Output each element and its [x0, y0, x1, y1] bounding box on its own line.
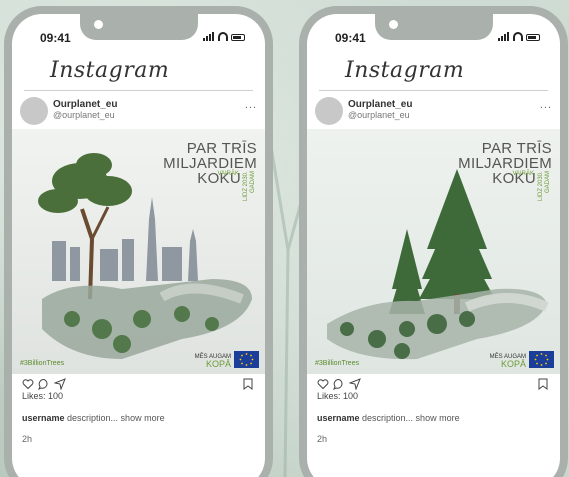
eu-flag-icon	[234, 351, 259, 368]
heart-icon[interactable]	[317, 378, 329, 390]
avatar[interactable]	[20, 97, 48, 125]
phone-mockup-left: 09:41 Instagram Ourplanet_eu @ourplanet_…	[4, 6, 273, 477]
avatar[interactable]	[315, 97, 343, 125]
hashtag: #3BillionTrees	[315, 360, 360, 367]
desc-username[interactable]: username	[317, 413, 360, 423]
post-image[interactable]: PAR TRĪS MILJARDIEM KOKU LĪDZ 2030. GADA…	[12, 129, 265, 374]
bookmark-icon[interactable]	[538, 378, 548, 390]
divider	[24, 90, 253, 91]
eu-flag-icon	[529, 351, 554, 368]
post-handle: @ourplanet_eu	[53, 110, 115, 120]
status-icons	[498, 32, 540, 41]
title-line-3-wrap: KOKU LĪDZ 2030. GADAM	[458, 171, 552, 201]
status-time: 09:41	[335, 31, 366, 45]
likes-count: Likes: 100	[22, 391, 64, 401]
title-line-1: PAR TRĪS	[481, 140, 552, 157]
app-title: Instagram	[50, 58, 170, 83]
notch	[374, 14, 493, 40]
comment-icon[interactable]	[333, 378, 345, 390]
post-username[interactable]: Ourplanet_eu	[53, 99, 117, 110]
camera-dot	[93, 20, 103, 29]
share-icon[interactable]	[349, 378, 361, 390]
title-line-2: MILJARDIEM	[458, 155, 552, 172]
phone-screen: 09:41 Instagram Ourplanet_eu @ourplanet_…	[307, 14, 560, 477]
post-description: username description... show more	[317, 413, 460, 423]
status-time: 09:41	[40, 31, 71, 45]
post-actions	[317, 378, 361, 390]
post-handle: @ourplanet_eu	[348, 110, 410, 120]
title-vertical-text: LĪDZ 2030. GADAM	[243, 171, 256, 201]
camera-dot	[388, 20, 398, 29]
hashtag: #3BillionTrees	[20, 360, 65, 367]
post-actions	[22, 378, 66, 390]
title-line-1: PAR TRĪS	[186, 140, 257, 157]
kopa: KOPĀ	[205, 359, 231, 369]
comment-icon[interactable]	[38, 378, 50, 390]
desc-text[interactable]: description... show more	[65, 413, 165, 423]
kopa: KOPĀ	[500, 359, 526, 369]
title-vertical-text: LĪDZ 2030. GADAM	[538, 171, 551, 201]
app-title: Instagram	[345, 58, 465, 83]
title-vaire: VAIRĀK	[217, 171, 239, 177]
post-time: 2h	[317, 434, 328, 444]
more-options-icon[interactable]: ...	[540, 99, 552, 111]
image-title: PAR TRĪS MILJARDIEM KOKU LĪDZ 2030. GADA…	[458, 141, 552, 201]
post-image[interactable]: PAR TRĪS MILJARDIEM KOKU LĪDZ 2030. GADA…	[307, 129, 560, 374]
heart-icon[interactable]	[22, 378, 34, 390]
post-username[interactable]: Ourplanet_eu	[348, 99, 412, 110]
more-options-icon[interactable]: ...	[245, 99, 257, 111]
wifi-icon	[218, 32, 228, 41]
post-header: Ourplanet_eu @ourplanet_eu ...	[12, 94, 265, 130]
signal-icon	[203, 32, 215, 41]
wifi-icon	[513, 32, 523, 41]
desc-username[interactable]: username	[22, 413, 65, 423]
signal-icon	[498, 32, 510, 41]
phone-screen: 09:41 Instagram Ourplanet_eu @ourplanet_…	[12, 14, 265, 477]
title-line-3-wrap: KOKU LĪDZ 2030. GADAM	[163, 171, 257, 201]
battery-icon	[231, 34, 245, 41]
likes-count: Likes: 100	[317, 391, 359, 401]
notch	[79, 14, 198, 40]
image-title: PAR TRĪS MILJARDIEM KOKU LĪDZ 2030. GADA…	[163, 141, 257, 201]
phone-mockup-right: 09:41 Instagram Ourplanet_eu @ourplanet_…	[299, 6, 568, 477]
post-time: 2h	[22, 434, 33, 444]
title-line-2: MILJARDIEM	[163, 155, 257, 172]
bookmark-icon[interactable]	[243, 378, 253, 390]
desc-text[interactable]: description... show more	[360, 413, 460, 423]
post-description: username description... show more	[22, 413, 165, 423]
status-icons	[203, 32, 245, 41]
post-header: Ourplanet_eu @ourplanet_eu ...	[307, 94, 560, 130]
share-icon[interactable]	[54, 378, 66, 390]
battery-icon	[526, 34, 540, 41]
title-vaire: VAIRĀK	[512, 171, 534, 177]
divider	[319, 90, 548, 91]
